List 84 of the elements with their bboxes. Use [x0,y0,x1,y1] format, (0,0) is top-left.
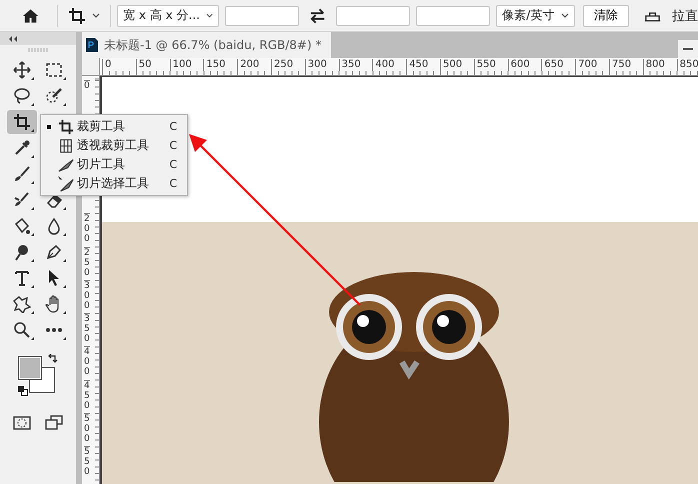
menu-item[interactable]: 透视裁剪工具 C [41,136,187,155]
ruler-label: 350 [338,59,361,71]
minimize-button[interactable] [678,40,698,58]
ruler-label: 150 [203,59,226,71]
ruler-label: 200 [237,59,260,71]
quick-mask-icon[interactable] [13,414,31,432]
collapse-icon[interactable] [8,36,18,42]
ruler-label: 100 [170,59,192,71]
ratio-select[interactable]: 宽 x 高 x 分... [117,4,220,26]
shortcut-label: C [169,158,177,171]
crop-icon [13,113,31,131]
swap-colors-icon[interactable] [48,354,58,364]
zoom-icon [13,321,31,339]
ruler-label: 550 [84,446,90,478]
width-field[interactable] [225,6,300,26]
ps-file-icon [86,38,98,52]
ruler-label: 600 [508,59,530,71]
lasso-icon [13,87,31,105]
ruler-label: 350 [84,313,90,344]
menu-item-label: 裁剪工具 [77,118,126,135]
caret-icon [560,13,569,18]
shortcut-label: C [169,177,177,190]
ruler-label: 250 [84,246,90,278]
type-icon [13,269,31,287]
ruler-label: 300 [84,280,90,311]
move-icon [13,61,31,79]
shape-icon [13,295,31,313]
brush-icon [13,191,31,209]
height-field[interactable] [336,6,410,26]
ruler-label: 400 [84,346,90,378]
swap-icon[interactable] [309,6,326,24]
document-tab[interactable]: 未标题-1 @ 66.7% (baidu, RGB/8#) * [82,32,332,58]
ruler-label: 850 [676,59,698,71]
ruler-label: 700 [575,59,598,71]
pen-icon [45,243,63,261]
ruler-label: 750 [609,59,632,71]
ruler-label: 650 [541,59,564,71]
shortcut-label: C [169,120,177,133]
menu-item-label: 透视裁剪工具 [77,137,150,154]
caret-icon [92,13,100,18]
dodge-icon [13,243,31,261]
screen-mode-icon[interactable] [45,414,63,432]
document-title: 未标题-1 @ 66.7% (baidu, RGB/8#) * [104,36,322,54]
marquee-icon [45,61,63,79]
ruler-label: 550 [474,59,496,71]
eyedropper-icon [13,139,31,157]
menu-item[interactable]: 切片选择工具 C [41,174,187,193]
menu-item[interactable]: 切片工具 C [41,155,187,174]
grip-icon [28,48,48,52]
tool-button[interactable] [7,110,37,134]
ruler-label: 500 [84,413,90,444]
slice-select-icon [58,176,74,192]
background-color-swatch[interactable] [29,367,55,393]
ruler-label: 450 [406,59,428,71]
shortcut-label: C [169,139,177,152]
menu-item[interactable]: 裁剪工具 C [41,117,187,136]
ruler-label: 0 [84,80,90,91]
default-colors-icon[interactable] [18,386,28,396]
ruler-label: 250 [271,59,294,71]
slice-icon [58,156,74,172]
crop-icon [58,118,74,134]
brush-icon [13,165,31,183]
ruler-label: 500 [440,59,462,71]
straighten-label[interactable]: 拉直 [672,6,698,24]
quick-select-icon [45,87,63,105]
resolution-field[interactable] [416,6,490,26]
unit-select[interactable]: 像素/英寸 [496,4,575,26]
crop-icon [68,6,86,24]
ruler-label: 200 [84,213,90,244]
ruler-label: 0 [102,59,112,71]
menu-item-label: 切片选择工具 [77,175,150,192]
ruler-label: 300 [304,59,327,71]
ruler-label: 50 [136,59,152,71]
menu-item-label: 切片工具 [77,156,126,173]
paint-bucket-icon [13,217,31,235]
ruler-label: 800 [642,59,665,71]
foreground-color-swatch[interactable] [18,356,42,380]
perspective-crop-icon [58,138,74,154]
ruler-label: 400 [372,59,394,71]
ruler-label: 450 [84,380,90,411]
home-icon[interactable] [22,6,40,24]
clear-button[interactable]: 清除 [582,4,629,26]
caret-icon [206,13,214,18]
more-icon [46,328,62,332]
